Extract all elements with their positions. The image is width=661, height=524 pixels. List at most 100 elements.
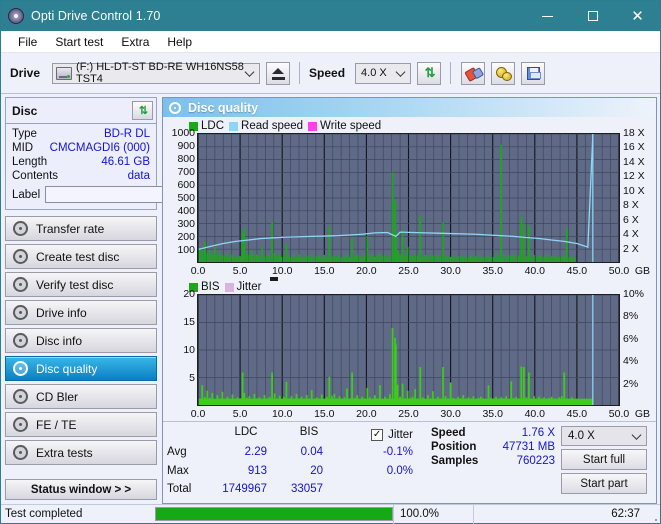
axis-tick-label: 800 <box>177 153 195 165</box>
bis-plot-svg <box>198 295 619 405</box>
disc-panel: Disc ⇅ Type BD-R DL MID CMCMAGDI6 (000) … <box>5 97 249 210</box>
ldc-chart-legend: LDC Read speed Write speed <box>167 119 652 133</box>
legend-swatch-jitter <box>224 282 234 292</box>
axis-tick-label: 2 X <box>623 242 639 255</box>
ldc-chart-block: LDC Read speed Write speed 100 200 300 400 5… <box>163 117 656 278</box>
legend-label-write-speed: Write speed <box>320 120 382 132</box>
start-part-button[interactable]: Start part <box>561 473 647 494</box>
refresh-button[interactable]: ⇅ <box>417 61 442 85</box>
ldc-x-axis: 0.0 5.0 10.0 15.0 20.0 25.0 30.0 35.0 40.0 45.0 50… <box>167 263 652 278</box>
axis-tick-label: 25.0 <box>398 407 419 420</box>
stats-row-total-bis: 33057 <box>291 482 323 495</box>
legend-label-read-speed: Read speed <box>241 120 304 132</box>
save-button[interactable] <box>521 61 546 85</box>
jitter-checkbox[interactable]: ✓ <box>371 429 384 442</box>
disc-row-type-label: Type <box>12 128 37 140</box>
sidebar-item-disc-info[interactable]: Disc info <box>5 328 157 353</box>
start-full-button[interactable]: Start full <box>561 449 647 470</box>
window-controls: ✕ <box>525 1 660 31</box>
stats-row-max-label: Max <box>167 464 189 477</box>
axis-unit-label: GB <box>634 264 650 277</box>
axis-tick-label: 500 <box>177 192 195 204</box>
axis-tick-label: 300 <box>177 218 195 230</box>
sidebar-item-cd-bler[interactable]: CD Bler <box>5 384 157 409</box>
axis-tick-label: 10.0 <box>271 264 293 277</box>
axis-tick-label: 10% <box>623 288 645 300</box>
sidebar-item-label: Disc info <box>36 333 83 348</box>
resize-grip-icon[interactable] <box>646 505 660 524</box>
axis-tick-label: 40.0 <box>524 264 546 277</box>
sidebar-item-fe-te[interactable]: FE / TE <box>5 412 157 437</box>
close-button[interactable]: ✕ <box>615 1 660 31</box>
sidebar-item-transfer-rate[interactable]: Transfer rate <box>5 216 157 241</box>
main-body: Disc ⇅ Type BD-R DL MID CMCMAGDI6 (000) … <box>1 94 660 504</box>
speed-select[interactable]: 4.0 X <box>355 62 412 84</box>
axis-tick-label: 600 <box>177 179 195 191</box>
sidebar-item-disc-quality[interactable]: Disc quality <box>5 356 157 381</box>
axis-tick-label: 20.0 <box>356 407 377 420</box>
menu-help[interactable]: Help <box>158 33 201 51</box>
disc-row-length: Length 46.61 GB <box>12 155 150 169</box>
chevron-down-icon <box>631 430 642 440</box>
maximize-button[interactable] <box>570 1 615 31</box>
disc-icon <box>13 221 28 236</box>
legend-item-read-speed: Read speed <box>229 120 303 132</box>
axis-tick-label: 10.0 <box>271 407 293 420</box>
position-readout-value: 47731 MB <box>502 441 555 453</box>
bis-chart-block: BIS Jitter 5 10 15 20 2% 4% 6% 8% 10% 0.0 5.0 10.… <box>163 277 656 421</box>
sidebar-item-label: Transfer rate <box>36 221 105 236</box>
axis-tick-label: 20 <box>183 288 195 300</box>
sidebar-item-extra-tests[interactable]: Extra tests <box>5 440 157 465</box>
sidebar-item-label: FE / TE <box>36 417 77 432</box>
sidebar-item-drive-info[interactable]: Drive info <box>5 300 157 325</box>
axis-tick-label: 30.0 <box>440 264 461 277</box>
axis-tick-label: 5 <box>189 372 195 384</box>
eject-button[interactable] <box>266 61 291 85</box>
minimize-button[interactable] <box>525 1 570 31</box>
stats-row-avg-bis: 0.04 <box>300 446 323 459</box>
samples-readout-value: 760223 <box>516 455 555 467</box>
samples-readout-label: Samples <box>431 455 479 467</box>
stats-right: Speed 1.76 X Position 47731 MB Samples 7… <box>431 426 647 501</box>
stats-row-total-jitter <box>337 483 421 501</box>
speed-readout-label: Speed <box>431 427 466 439</box>
close-icon: ✕ <box>631 7 644 25</box>
position-readout-label: Position <box>431 441 477 453</box>
stats-readout: Speed 1.76 X Position 47731 MB Samples 7… <box>431 426 561 501</box>
status-bar: Test completed 100.0% 62:37 <box>1 504 660 524</box>
eject-icon <box>272 68 285 74</box>
axis-tick-label: 35.0 <box>482 407 503 420</box>
app-window: Opti Drive Control 1.70 ✕ File Start tes… <box>0 0 661 524</box>
disc-row-mid: MID CMCMAGDI6 (000) <box>12 141 150 155</box>
legend-item-write-speed: Write speed <box>308 120 381 132</box>
test-speed-value: 4.0 X <box>568 430 595 442</box>
stats-header-bis: BIS <box>299 426 319 438</box>
ldc-plot-area <box>197 133 620 263</box>
axis-tick-label: 40.0 <box>524 407 546 420</box>
axis-tick-label: 12 X <box>623 170 645 183</box>
disc-row-type-value: BD-R DL <box>103 128 150 140</box>
menu-extra[interactable]: Extra <box>112 33 158 51</box>
stats-row-avg-ldc: 2.29 <box>244 446 267 459</box>
disc-row-contents-value: data <box>127 170 150 182</box>
sidebar-item-verify-test-disc[interactable]: Verify test disc <box>5 272 157 297</box>
menu-start-test[interactable]: Start test <box>46 33 112 51</box>
disc-icon <box>13 249 28 264</box>
axis-tick-label: 15 <box>183 316 195 328</box>
page-title: Disc quality <box>188 100 259 115</box>
drive-select[interactable]: (F:) HL-DT-ST BD-RE WH16NS58 TST4 <box>52 61 261 85</box>
menu-file[interactable]: File <box>9 33 46 51</box>
status-window-button[interactable]: Status window > > <box>5 479 157 500</box>
axis-tick-label: 14 X <box>623 155 645 168</box>
disc-row-mid-value: CMCMAGDI6 (000) <box>49 142 150 154</box>
axis-tick-label: 4% <box>623 355 639 368</box>
progress-bar <box>155 507 393 521</box>
bulb-button[interactable] <box>491 61 516 85</box>
disc-refresh-button[interactable]: ⇅ <box>132 101 153 120</box>
sidebar-item-label: Create test disc <box>36 249 120 264</box>
bis-chart: 5 10 15 20 2% 4% 6% 8% 10% <box>167 288 652 406</box>
sidebar-item-create-test-disc[interactable]: Create test disc <box>5 244 157 269</box>
minimize-icon <box>542 15 553 17</box>
test-speed-select[interactable]: 4.0 X <box>561 426 647 446</box>
erase-button[interactable] <box>461 61 486 85</box>
